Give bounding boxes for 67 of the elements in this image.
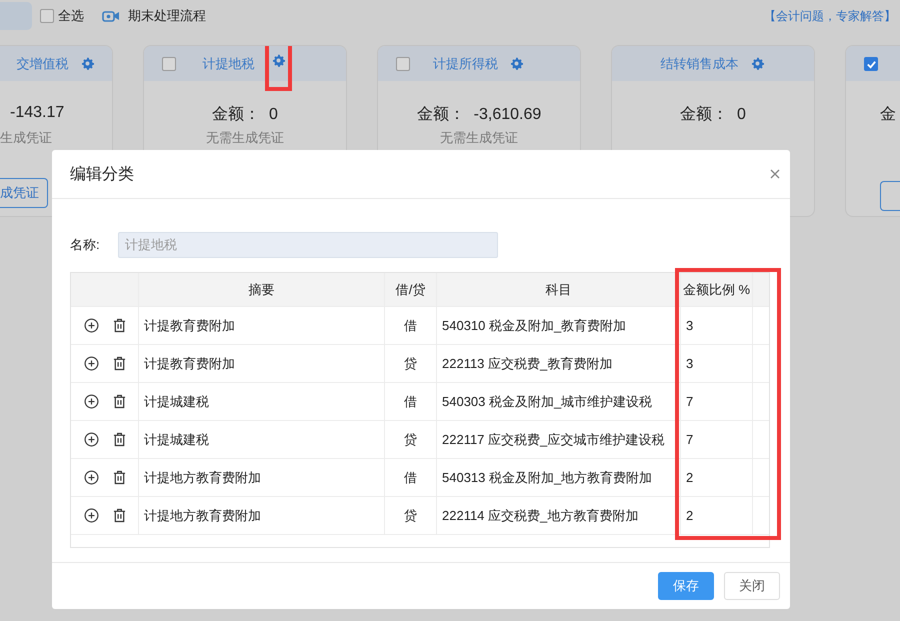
add-icon[interactable] [84,356,98,371]
table-cell: 贷 [385,345,437,382]
add-icon[interactable] [84,394,98,409]
card-checkbox[interactable] [864,57,878,71]
name-label: 名称: [70,236,100,254]
table-cell: 计提教育费附加 [139,307,385,344]
table-cell: 借 [385,383,437,420]
card-title: 结转销售成本 [660,54,738,72]
amount-text: -143.17 [9,104,64,123]
amount-text: 金 [880,105,896,124]
status-text: 生成凭证 [0,129,52,147]
column-header: 金额比例 % [681,273,753,306]
card-title: 计提所得税 [433,54,498,72]
amount-text: 金额： -3,610.69 [416,104,542,124]
table-cell: 540313 税金及附加_地方教育费附加 [437,459,681,496]
table-cell: 2 [681,497,753,534]
table-cell: 2 [681,459,753,496]
delete-icon[interactable] [112,356,126,371]
generate-voucher-button[interactable]: 成凭证 [0,178,48,208]
settings-icon[interactable] [508,57,525,70]
amount-text: 金额： 0 [212,104,278,124]
table-cell: 贷 [385,497,437,534]
close-button[interactable]: 关闭 [724,572,780,600]
close-icon[interactable] [770,169,780,179]
expert-help-link[interactable]: 【会计问题，专家解答】 [764,8,896,24]
table-cell: 3 [681,307,753,344]
card-checkbox[interactable] [162,57,176,71]
add-icon[interactable] [84,470,98,485]
table-cell: 借 [385,459,437,496]
table-cell: 540310 税金及附加_教育费附加 [437,307,681,344]
table-cell: 7 [681,383,753,420]
add-icon[interactable] [84,432,98,447]
column-header: 科目 [437,273,681,306]
delete-icon[interactable] [112,318,126,333]
video-camera-icon [102,10,120,22]
delete-icon[interactable] [112,432,126,447]
table-cell: 3 [681,345,753,382]
table-cell: 计提教育费附加 [139,345,385,382]
card-title: 计提地税 [202,54,254,72]
table-cell: 贷 [385,421,437,458]
add-icon[interactable] [84,318,98,333]
process-flow-link[interactable]: 期末处理流程 [128,7,206,25]
select-all-checkbox[interactable]: 全选 [40,7,84,25]
delete-icon[interactable] [112,394,126,409]
amount-text: 金额： 0 [680,104,746,124]
column-header: 借/贷 [385,273,437,306]
table-cell: 222114 应交税费_地方教育费附加 [437,497,681,534]
column-header: 摘要 [139,273,385,306]
dialog-title: 编辑分类 [70,164,134,184]
status-text: 无需生成凭证 [206,129,284,147]
delete-icon[interactable] [112,470,126,485]
table-cell: 计提地方教育费附加 [139,459,385,496]
status-text: 无需生成凭证 [440,129,518,147]
table-cell: 计提城建税 [139,383,385,420]
card-button[interactable] [880,181,900,211]
card-title: 交增值税 [16,54,68,72]
table-cell: 7 [681,421,753,458]
table-cell: 540303 税金及附加_城市维护建设税 [437,383,681,420]
table-cell: 借 [385,307,437,344]
table-cell: 222113 应交税费_教育费附加 [437,345,681,382]
add-icon[interactable] [84,508,98,523]
table-cell: 222117 应交税费_应交城市维护建设税 [437,421,681,458]
save-button[interactable]: 保存 [658,572,714,600]
table-cell: 计提城建税 [139,421,385,458]
card-checkbox[interactable] [396,57,410,71]
delete-icon[interactable] [112,508,126,523]
table-cell: 计提地方教育费附加 [139,497,385,534]
